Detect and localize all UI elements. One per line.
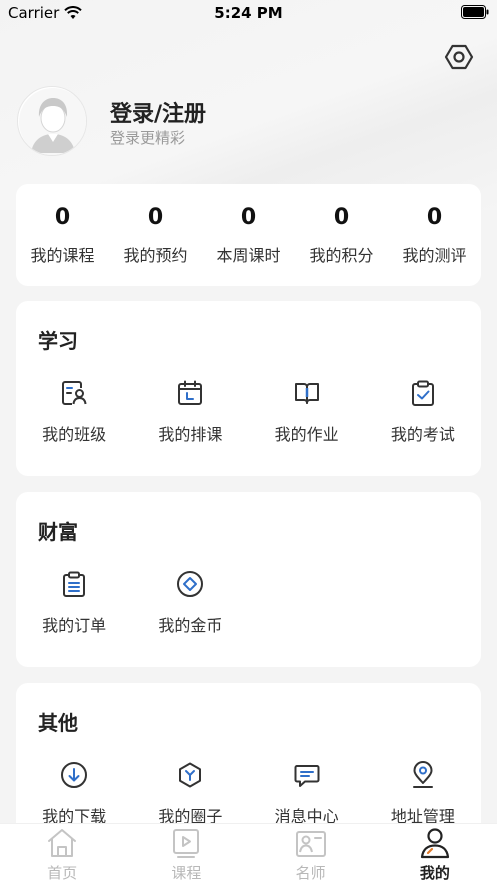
stat-weekly-hours[interactable]: 0 本周课时: [202, 184, 295, 286]
study-item-my-exam[interactable]: 我的考试: [365, 379, 481, 445]
tab-teachers[interactable]: 名师: [249, 824, 373, 883]
course-icon: [173, 829, 200, 858]
study-item-my-schedule[interactable]: 我的排课: [132, 379, 248, 445]
home-icon: [48, 829, 77, 857]
tab-bar: 首页 课程 名师 我的: [0, 823, 497, 883]
stat-label: 我的测评: [402, 246, 467, 265]
battery-icon: [461, 5, 489, 19]
study-item-my-homework[interactable]: 我的作业: [249, 379, 365, 445]
download-icon: [61, 762, 88, 788]
stat-label: 本周课时: [216, 246, 281, 265]
other-item-message-center[interactable]: 消息中心: [249, 761, 365, 827]
circle-icon: [179, 762, 202, 788]
stat-value: 0: [240, 205, 257, 230]
tab-label: 我的: [419, 864, 450, 882]
profile-icon: [420, 828, 449, 859]
tab-mine[interactable]: 我的: [373, 824, 497, 883]
clock: 5:24 PM: [214, 4, 283, 22]
wealth-item-my-coins[interactable]: 我的金币: [132, 570, 248, 636]
tab-home[interactable]: 首页: [0, 824, 124, 883]
stat-label: 我的预约: [123, 246, 188, 265]
stat-value: 0: [333, 205, 350, 230]
stats-card: 0 我的课程 0 我的预约 0 本周课时 0 我的积分 0 我的测评: [16, 184, 481, 286]
coin-icon: [177, 571, 204, 597]
status-bar: Carrier 5:24 PM: [0, 0, 497, 26]
login-register-title[interactable]: 登录/注册: [110, 96, 206, 128]
stat-label: 我的课程: [30, 246, 95, 265]
grid-label: 我的订单: [42, 616, 107, 635]
default-avatar-icon: [19, 88, 86, 155]
section-title-study: 学习: [38, 329, 78, 353]
stat-my-appointments[interactable]: 0 我的预约: [109, 184, 202, 286]
wealth-item-my-orders[interactable]: 我的订单: [16, 570, 132, 636]
message-icon: [294, 765, 320, 787]
stat-my-courses[interactable]: 0 我的课程: [16, 184, 109, 286]
tab-label: 名师: [295, 864, 326, 882]
order-icon: [63, 571, 86, 597]
avatar[interactable]: [17, 86, 87, 156]
grid-label: 我的金币: [158, 616, 223, 635]
other-item-my-downloads[interactable]: 我的下载: [16, 761, 132, 827]
calendar-icon: [178, 380, 203, 405]
stat-value: 0: [54, 205, 71, 230]
grid-label: 我的作业: [274, 425, 339, 444]
exam-clipboard-icon: [411, 380, 434, 406]
tab-courses[interactable]: 课程: [124, 824, 248, 883]
other-grid: 我的下载 我的圈子 消息中心 地址管理: [16, 761, 481, 827]
study-section: 学习 我的班级 我的排课 我的作业 我的考试: [16, 301, 481, 476]
stat-value: 0: [426, 205, 443, 230]
study-grid: 我的班级 我的排课 我的作业 我的考试: [16, 379, 481, 445]
other-item-my-circle[interactable]: 我的圈子: [132, 761, 248, 827]
grid-label: 我的排课: [158, 425, 223, 444]
tab-label: 首页: [47, 864, 78, 882]
profile-header[interactable]: 登录/注册 登录更精彩: [17, 86, 487, 158]
settings-hex-icon[interactable]: [444, 42, 474, 72]
book-icon: [294, 383, 319, 404]
stat-my-assessments[interactable]: 0 我的测评: [388, 184, 481, 286]
section-title-wealth: 财富: [38, 520, 78, 544]
grid-label: 我的考试: [390, 425, 455, 444]
login-subtitle: 登录更精彩: [110, 129, 186, 147]
stat-value: 0: [147, 205, 164, 230]
teacher-icon: [295, 831, 326, 857]
tab-label: 课程: [171, 864, 202, 882]
wealth-section: 财富 我的订单 我的金币: [16, 492, 481, 667]
stat-my-points[interactable]: 0 我的积分: [295, 184, 388, 286]
other-item-address-management[interactable]: 地址管理: [365, 761, 481, 827]
section-title-other: 其他: [38, 711, 78, 735]
study-item-my-class[interactable]: 我的班级: [16, 379, 132, 445]
grid-label: 我的班级: [42, 425, 107, 444]
stat-label: 我的积分: [309, 246, 374, 265]
location-icon: [412, 761, 433, 788]
wealth-grid: 我的订单 我的金币: [16, 570, 481, 636]
class-icon: [62, 381, 87, 405]
